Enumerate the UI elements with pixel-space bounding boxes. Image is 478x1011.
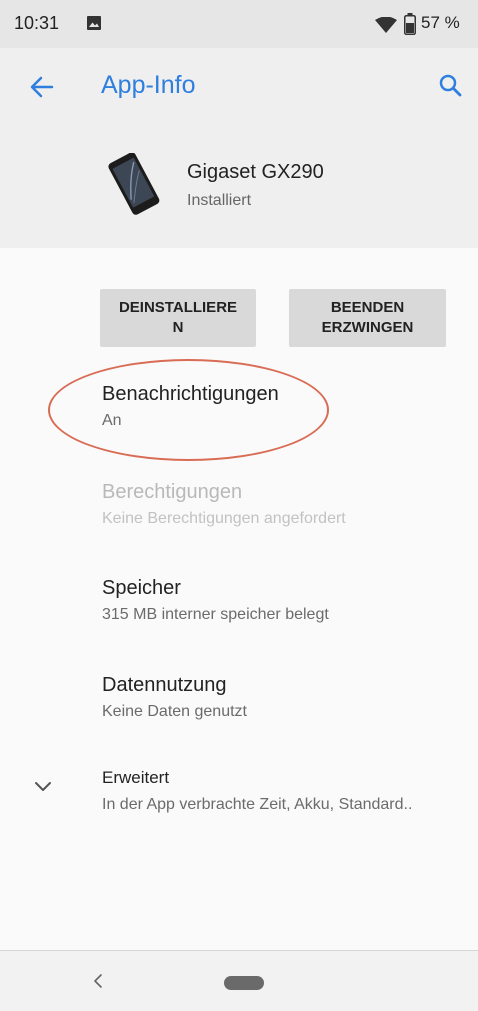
data-usage-item[interactable]: Datennutzung Keine Daten genutzt [102, 672, 247, 723]
force-stop-label-line2: ERZWINGEN [321, 319, 414, 336]
force-stop-label-line1: BEENDEN [330, 299, 405, 316]
search-icon[interactable] [438, 73, 462, 102]
home-pill-icon[interactable] [224, 976, 264, 990]
item-title: Benachrichtigungen [102, 383, 279, 405]
advanced-item[interactable]: Erweitert In der App verbrachte Zeit, Ak… [102, 765, 412, 816]
arrow-left-icon[interactable] [30, 76, 54, 103]
notifications-item[interactable]: Benachrichtigungen An [102, 381, 279, 432]
item-title: Speicher [102, 577, 181, 599]
app-name: Gigaset GX290 [187, 161, 324, 183]
chevron-down-icon[interactable] [34, 780, 52, 798]
status-bar: 10:31 57 % [0, 0, 478, 48]
image-icon [86, 15, 102, 36]
app-install-status: Installiert [187, 192, 252, 209]
item-subtitle: 315 MB interner speicher belegt [102, 606, 329, 623]
item-subtitle: An [102, 412, 122, 429]
uninstall-button[interactable]: DEINSTALLIERE N [100, 289, 256, 347]
chevron-left-icon[interactable] [92, 972, 104, 995]
uninstall-label-line1: DEINSTALLIERE [118, 299, 238, 316]
battery-icon [404, 13, 416, 40]
item-subtitle: Keine Daten genutzt [102, 703, 247, 720]
uninstall-label-line2: N [172, 319, 184, 336]
permissions-item: Berechtigungen Keine Berechtigungen ange… [102, 479, 346, 530]
force-stop-button[interactable]: BEENDEN ERZWINGEN [289, 289, 446, 347]
uninstall-button-label: DEINSTALLIERE N [119, 298, 237, 338]
page-title: App-Info [101, 71, 196, 99]
item-title: Erweitert [102, 768, 170, 787]
item-title: Berechtigungen [102, 481, 243, 503]
status-time: 10:31 [14, 13, 60, 33]
wifi-icon [375, 16, 397, 38]
battery-percent: 57 % [421, 13, 460, 32]
phone-icon [97, 152, 169, 220]
app-info-header [0, 48, 478, 248]
item-subtitle: In der App verbrachte Zeit, Akku, Standa… [102, 796, 413, 813]
storage-item[interactable]: Speicher 315 MB interner speicher belegt [102, 575, 329, 626]
item-title: Datennutzung [102, 674, 227, 696]
force-stop-button-label: BEENDEN ERZWINGEN [322, 298, 414, 338]
item-subtitle: Keine Berechtigungen angefordert [102, 510, 346, 527]
